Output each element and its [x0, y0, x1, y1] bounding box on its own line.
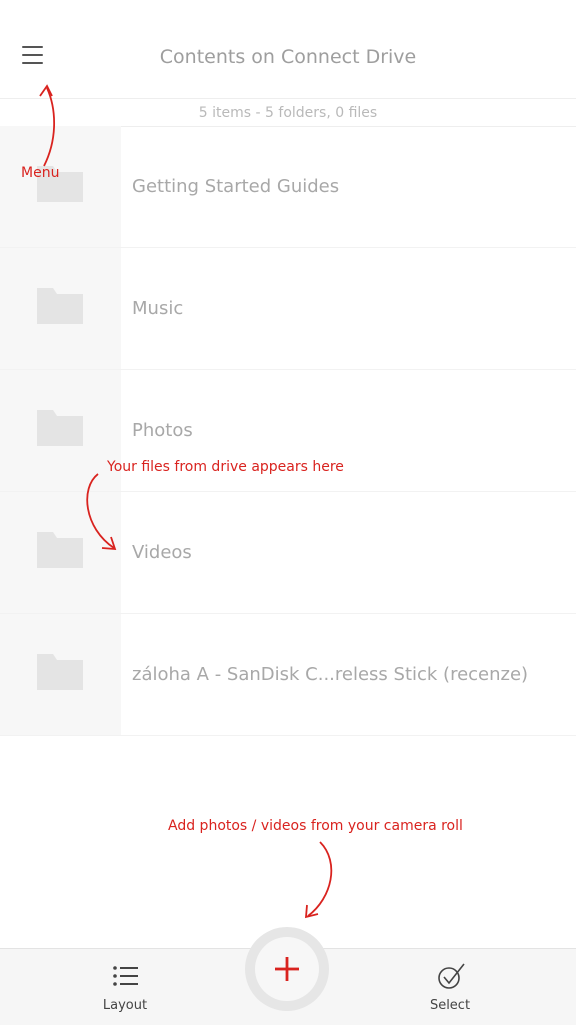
files-annotation-arrow — [86, 473, 117, 551]
folder-icon — [37, 410, 83, 446]
add-annotation-arrow — [304, 841, 333, 919]
list-item[interactable]: záloha A - SanDisk C...reless Stick (rec… — [0, 614, 576, 736]
menu-annotation-arrow — [39, 84, 56, 167]
list-item[interactable]: Music — [0, 248, 576, 370]
layout-button[interactable]: Layout — [70, 949, 180, 1025]
folder-icon — [37, 532, 83, 568]
folder-name: Getting Started Guides — [132, 176, 340, 197]
folder-icon — [37, 654, 83, 690]
plus-icon — [275, 957, 299, 981]
folder-name: Music — [132, 298, 184, 319]
folder-name: záloha A - SanDisk C...reless Stick (rec… — [132, 664, 529, 685]
files-annotation: Your files from drive appears here — [107, 459, 344, 475]
folder-thumbnail — [0, 248, 121, 369]
select-button[interactable]: Select — [395, 949, 505, 1025]
check-circle-icon — [438, 963, 465, 989]
add-button[interactable] — [255, 937, 319, 1001]
items-summary: 5 items - 5 folders, 0 files — [0, 100, 576, 127]
folder-thumbnail — [0, 614, 121, 735]
app-header: Contents on Connect Drive — [0, 0, 576, 99]
page-title: Contents on Connect Drive — [159, 46, 417, 68]
folder-list: Getting Started Guides Music Photos Vide… — [0, 126, 576, 736]
layout-label: Layout — [102, 998, 148, 1013]
add-annotation: Add photos / videos from your camera rol… — [168, 818, 463, 834]
folder-icon — [37, 288, 83, 324]
folder-name: Videos — [132, 542, 192, 563]
menu-annotation: Menu — [21, 165, 60, 181]
list-item[interactable]: Getting Started Guides — [0, 126, 576, 248]
select-label: Select — [429, 998, 471, 1013]
list-icon — [113, 966, 138, 986]
